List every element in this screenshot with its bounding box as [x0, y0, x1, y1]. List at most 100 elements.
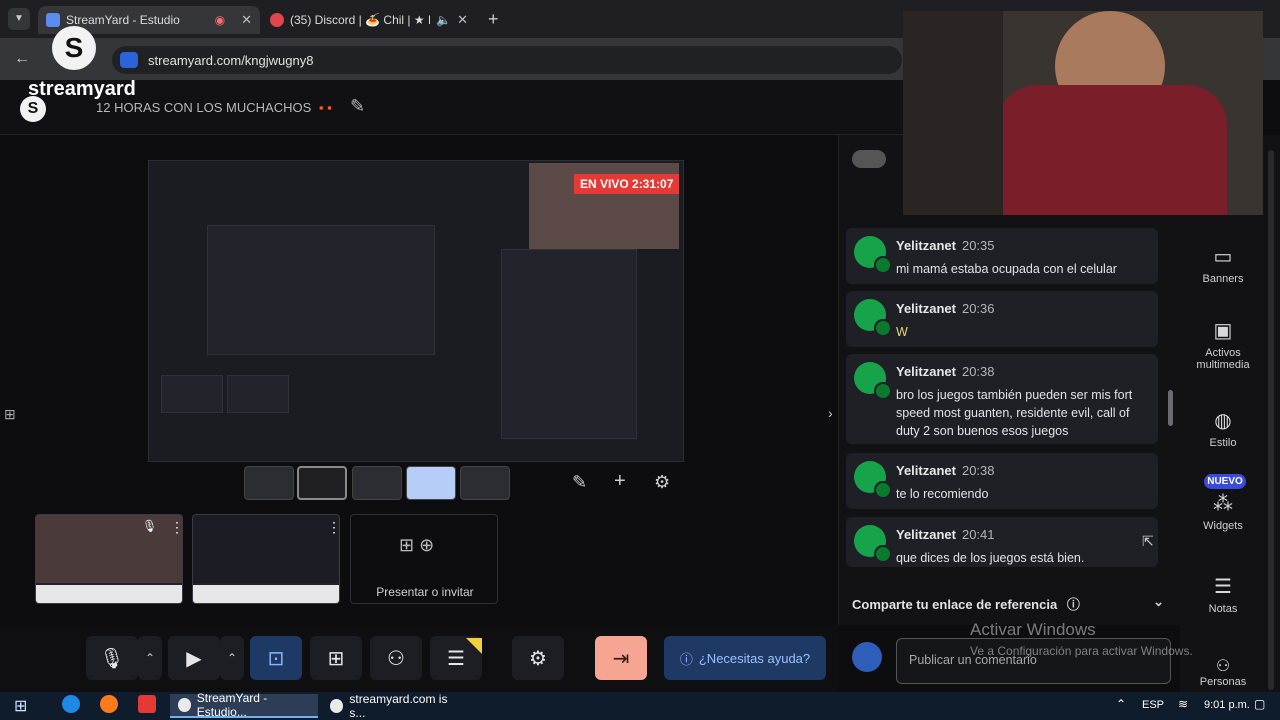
layout-fullscreen-button[interactable]: [297, 466, 347, 500]
referral-row[interactable]: Comparte tu enlace de referencia ⓘ ⌄: [852, 594, 1164, 614]
rail-people-button[interactable]: ⚇ Personas: [1180, 656, 1266, 688]
present-or-invite-button[interactable]: ⊞ ⊕ Presentar o invitar: [350, 514, 498, 604]
present-button[interactable]: ⊞: [310, 636, 362, 680]
tray-chevron-icon[interactable]: ⌃: [1116, 697, 1126, 711]
taskbar-streamyard-2[interactable]: streamyard.com is s...: [322, 692, 470, 720]
layout-solo-button[interactable]: [244, 466, 294, 500]
message-text: W: [896, 325, 908, 339]
thumb-footer: [36, 585, 182, 603]
collapse-panel-arrow-icon[interactable]: ›: [828, 405, 833, 421]
mic-button[interactable]: 🎙: [86, 636, 138, 680]
more-icon[interactable]: ⋮: [327, 519, 339, 536]
firefox-icon[interactable]: [100, 695, 118, 713]
rail-style-button[interactable]: ◍ Estilo: [1180, 408, 1266, 449]
nested-thumb-1: [161, 375, 223, 413]
palette-icon: ◍: [1214, 410, 1232, 432]
url-text: streamyard.com/kngjwugny8: [148, 52, 314, 68]
close-tab-icon[interactable]: ✕: [241, 12, 252, 28]
avatar: [854, 362, 892, 400]
webcam-overlay: [903, 11, 1263, 215]
language-indicator[interactable]: ESP: [1142, 699, 1164, 711]
tab-title: (35) Discord | 🍝 Chil | ★ H: [290, 13, 430, 27]
camera-button[interactable]: ▶: [168, 636, 220, 680]
taskbar-item-label: StreamYard - Estudio...: [196, 691, 268, 719]
mic-options-caret[interactable]: ⌃: [138, 636, 162, 680]
new-tab-button[interactable]: +: [488, 9, 499, 30]
broadcast-title[interactable]: 12 HORAS CON LOS MUCHACHOS ▪ ▪: [96, 100, 332, 115]
windows-start-icon[interactable]: ⊞: [14, 696, 27, 716]
logo-text: streamyard: [28, 78, 136, 100]
edge-icon[interactable]: [62, 695, 80, 713]
new-badge-text: NUEVO: [1207, 476, 1243, 487]
help-button[interactable]: ⓘ ¿Necesitas ayuda?: [664, 636, 826, 680]
toggle-switch[interactable]: [852, 150, 886, 168]
screen-thumbnail[interactable]: ⋮: [192, 514, 340, 604]
invite-button[interactable]: ⚇: [370, 636, 422, 680]
chat-message: Yelitzanet 20:36 W: [846, 291, 1158, 347]
broadcast-title-text: 12 HORAS CON LOS MUCHACHOS: [96, 100, 312, 115]
logo-icon: S: [52, 26, 96, 70]
message-text: que dices de los juegos está bien.: [896, 551, 1085, 565]
url-field[interactable]: streamyard.com/kngjwugny8: [112, 46, 902, 74]
logo-small-icon: S: [20, 96, 46, 122]
edit-title-icon[interactable]: ✎: [350, 96, 365, 117]
avatar: [854, 525, 892, 563]
message-author: Yelitzanet 20:35: [896, 238, 995, 253]
thumb-video: [36, 515, 182, 583]
chat-message: Yelitzanet 20:41 que dices de los juegos …: [846, 517, 1158, 567]
message-text: te lo recomiendo: [896, 487, 989, 501]
wifi-icon[interactable]: ≋: [1178, 697, 1188, 711]
close-tab-icon[interactable]: ✕: [457, 12, 468, 28]
discord-favicon-icon: [270, 13, 284, 27]
nested-stage-screen: [207, 225, 435, 355]
help-circle-icon: ⓘ: [679, 651, 693, 667]
chrome-icon: [178, 698, 191, 712]
clock[interactable]: 9:01 p.m.: [1204, 699, 1250, 711]
rail-label: Banners: [1202, 273, 1244, 285]
plus-icon[interactable]: +: [614, 470, 626, 493]
rail-banners-button[interactable]: ▭ Banners: [1180, 244, 1266, 285]
rail-media-button[interactable]: ▣ Activos multimedia: [1180, 318, 1266, 371]
rail-scrollbar[interactable]: [1268, 150, 1274, 690]
rail-label: Notas: [1208, 603, 1238, 615]
layout-group-button[interactable]: [352, 466, 402, 500]
live-badge-text: EN VIVO 2:31:07: [580, 177, 674, 191]
rail-notes-button[interactable]: ☰ Notas: [1180, 574, 1266, 615]
pencil-icon[interactable]: ✎: [572, 472, 587, 493]
rail-label: Personas: [1199, 676, 1247, 688]
thumb-video: [193, 515, 339, 583]
external-link-icon[interactable]: ⇱: [1142, 533, 1154, 550]
app-icon[interactable]: [138, 695, 156, 713]
notification-icon[interactable]: ▢: [1254, 697, 1265, 711]
tab-discord[interactable]: (35) Discord | 🍝 Chil | ★ H 🔈 ✕: [262, 6, 476, 34]
layout-news-button[interactable]: [460, 466, 510, 500]
recording-icon: ◉: [214, 13, 226, 27]
wall-left: [903, 11, 1003, 215]
settings-button[interactable]: ⚙: [512, 636, 564, 680]
commenter-avatar: [852, 642, 882, 672]
more-icon[interactable]: ⋮: [170, 519, 182, 536]
camera-thumbnail[interactable]: 🎙 ⋮: [35, 514, 183, 604]
layout-custom-button[interactable]: [406, 466, 456, 500]
referral-text: Comparte tu enlace de referencia: [852, 597, 1058, 612]
people-icon: ⚇: [1215, 658, 1231, 675]
message-author: Yelitzanet 20:41: [896, 527, 995, 542]
rail-widgets-button[interactable]: ⁂ Widgets: [1180, 491, 1266, 532]
chat-scrollbar[interactable]: [1168, 390, 1173, 426]
mic-icon[interactable]: 🎙: [142, 519, 157, 533]
chevron-down-icon: ⌄: [1153, 594, 1164, 609]
message-text: bro los juegos también pueden ser mis fo…: [896, 388, 1133, 438]
layout-side-icon[interactable]: ⊞: [4, 406, 16, 423]
avatar: [854, 236, 892, 274]
taskbar-streamyard[interactable]: StreamYard - Estudio...: [170, 691, 318, 719]
camera-options-caret[interactable]: ⌃: [220, 636, 244, 680]
stage-preview[interactable]: [148, 160, 684, 462]
leave-studio-button[interactable]: ⇥: [595, 636, 647, 680]
gear-icon[interactable]: ⚙: [654, 472, 670, 493]
message-author: Yelitzanet 20:38: [896, 364, 995, 379]
share-screen-button[interactable]: ⊡: [250, 636, 302, 680]
watermark-subtitle: Ve a Configuración para activar Windows.: [970, 644, 1193, 658]
message-author: Yelitzanet 20:38: [896, 463, 995, 478]
avatar: [854, 461, 892, 499]
message-author: Yelitzanet 20:36: [896, 301, 995, 316]
